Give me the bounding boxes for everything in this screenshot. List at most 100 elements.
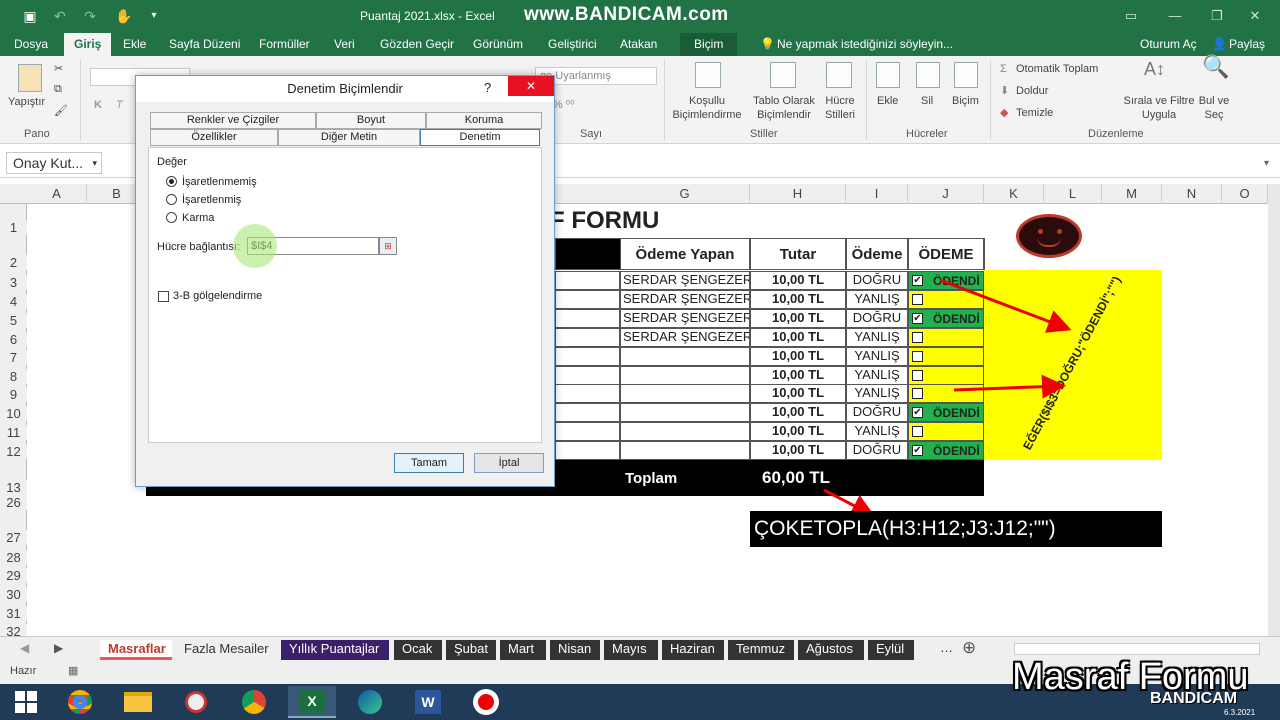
tab-formulas[interactable]: Formüller xyxy=(259,37,310,51)
column-header[interactable]: I xyxy=(846,184,908,204)
undo-icon[interactable]: ↶ xyxy=(50,6,70,26)
maximize-icon[interactable]: ❐ xyxy=(1202,6,1232,26)
radio-mixed[interactable] xyxy=(166,212,177,223)
copy-icon[interactable]: ⧉ xyxy=(54,82,62,96)
fill-icon[interactable]: ⬇ xyxy=(1000,84,1009,98)
row-header[interactable]: 11 xyxy=(0,425,27,440)
tab-colors-lines[interactable]: Renkler ve Çizgiler xyxy=(150,112,316,129)
row-header[interactable]: 27 xyxy=(0,530,27,545)
checkbox-control[interactable]: ✔ xyxy=(912,313,923,324)
row-header[interactable]: 10 xyxy=(0,406,27,421)
sheet-tab[interactable]: Haziran xyxy=(662,640,724,660)
edge-icon[interactable] xyxy=(346,686,394,718)
shading-label[interactable]: 3-B gölgelendirme xyxy=(173,290,262,302)
sheet-tab[interactable]: Masraflar xyxy=(100,640,172,660)
shading-checkbox[interactable] xyxy=(158,291,169,302)
row-header[interactable]: 3 xyxy=(0,275,27,290)
delete-cells-icon[interactable] xyxy=(916,62,940,88)
column-header[interactable]: M xyxy=(1102,184,1162,204)
payer-cell[interactable] xyxy=(620,422,750,441)
row-header[interactable]: 5 xyxy=(0,313,27,328)
insert-cells-icon[interactable] xyxy=(876,62,900,88)
amount-cell[interactable]: 10,00 TL xyxy=(750,347,846,366)
payer-cell[interactable]: SERDAR ŞENGEZER xyxy=(620,290,750,309)
customize-toolbar-icon[interactable]: ▾ xyxy=(144,6,164,26)
row-header[interactable]: 2 xyxy=(0,255,27,270)
column-header[interactable]: G xyxy=(620,184,750,204)
status-cell[interactable]: DOĞRU xyxy=(846,403,908,422)
amount-cell[interactable]: 10,00 TL xyxy=(750,384,846,403)
windows-start-icon[interactable] xyxy=(2,686,50,718)
macro-record-icon[interactable]: ▦ xyxy=(68,664,78,677)
tab-page-layout[interactable]: Sayfa Düzeni xyxy=(169,37,240,51)
column-header[interactable]: J xyxy=(908,184,984,204)
sheet-tab[interactable]: Temmuz xyxy=(728,640,794,660)
amount-cell[interactable]: 10,00 TL xyxy=(750,271,846,290)
insert-cells-button[interactable]: Ekle xyxy=(877,94,898,108)
status-cell[interactable]: YANLIŞ xyxy=(846,347,908,366)
find-select-icon[interactable]: 🔍 xyxy=(1202,56,1229,78)
checkbox-control[interactable] xyxy=(912,351,923,362)
ok-button[interactable]: Tamam xyxy=(394,453,464,473)
status-cell[interactable]: DOĞRU xyxy=(846,441,908,460)
status-cell[interactable]: YANLIŞ xyxy=(846,422,908,441)
row-header[interactable]: 1 xyxy=(0,220,27,235)
status-cell[interactable]: YANLIŞ xyxy=(846,328,908,347)
conditional-format-icon[interactable] xyxy=(695,62,721,88)
chrome-icon[interactable] xyxy=(56,686,104,718)
tell-me-box[interactable]: Ne yapmak istediğinizi söyleyin... xyxy=(777,37,953,51)
sheet-tab[interactable]: Ağustos xyxy=(798,640,864,660)
table-cell[interactable] xyxy=(555,290,620,309)
status-cell[interactable]: YANLIŞ xyxy=(846,384,908,403)
radio-checked[interactable] xyxy=(166,194,177,205)
row-header[interactable]: 6 xyxy=(0,332,27,347)
paid-cell[interactable]: ✔ ÖDENDİ xyxy=(908,441,984,460)
checkbox-control[interactable]: ✔ xyxy=(912,407,923,418)
cell-styles-icon[interactable] xyxy=(826,62,852,88)
sheet-tab[interactable]: Yıllık Puantajlar xyxy=(281,640,389,660)
sheet-tab[interactable]: Ocak xyxy=(394,640,442,660)
row-header[interactable]: 9 xyxy=(0,387,27,402)
tab-view[interactable]: Görünüm xyxy=(473,37,523,51)
conditional-format-button[interactable]: Koşullu Biçimlendirme xyxy=(667,94,747,122)
more-sheets-icon[interactable]: … xyxy=(940,640,953,655)
table-cell[interactable] xyxy=(555,309,620,328)
payer-cell[interactable] xyxy=(620,441,750,460)
find-select-button[interactable]: Bul ve Seç xyxy=(1198,94,1230,122)
snipping-tool-icon[interactable] xyxy=(172,686,220,718)
collapse-dialog-icon[interactable]: ⊞ xyxy=(379,237,397,255)
table-cell[interactable] xyxy=(555,366,620,385)
format-cells-icon[interactable] xyxy=(954,62,978,88)
ribbon-display-icon[interactable]: ▭ xyxy=(1116,6,1146,26)
tab-review[interactable]: Gözden Geçir xyxy=(380,37,454,51)
radio-checked-label[interactable]: İşaretlenmiş xyxy=(182,194,241,206)
row-header[interactable]: 4 xyxy=(0,294,27,309)
prev-sheet-icon[interactable]: ◀ xyxy=(20,641,29,655)
checkbox-control[interactable] xyxy=(912,370,923,381)
file-explorer-icon[interactable] xyxy=(114,686,162,718)
column-header[interactable]: N xyxy=(1162,184,1222,204)
checkbox-control[interactable] xyxy=(912,332,923,343)
row-header[interactable]: 8 xyxy=(0,369,27,384)
format-control-dialog[interactable]: Denetim Biçimlendir ? ✕ Renkler ve Çizgi… xyxy=(135,75,555,487)
amount-cell[interactable]: 10,00 TL xyxy=(750,422,846,441)
sheet-tab[interactable]: Eylül xyxy=(868,640,914,660)
table-cell[interactable] xyxy=(555,347,620,366)
next-sheet-icon[interactable]: ▶ xyxy=(54,641,63,655)
sort-filter-button[interactable]: Sırala ve Filtre Uygula xyxy=(1122,94,1196,122)
chrome-profile-icon[interactable] xyxy=(230,686,278,718)
column-header[interactable]: A xyxy=(27,184,87,204)
cut-icon[interactable]: ✂ xyxy=(54,62,63,76)
tab-developer[interactable]: Geliştirici xyxy=(548,37,597,51)
payer-cell[interactable] xyxy=(620,366,750,385)
payer-cell[interactable] xyxy=(620,347,750,366)
table-cell[interactable] xyxy=(555,271,620,290)
autosum-button[interactable]: Otomatik Toplam xyxy=(1016,62,1098,76)
record-icon[interactable] xyxy=(462,686,510,718)
minimize-icon[interactable]: — xyxy=(1160,6,1190,26)
tab-format[interactable]: Biçim xyxy=(680,33,738,56)
horizontal-scrollbar[interactable] xyxy=(1014,643,1260,655)
payer-cell[interactable] xyxy=(620,384,750,403)
redo-icon[interactable]: ↷ xyxy=(80,6,100,26)
touch-mode-icon[interactable]: ✋ xyxy=(114,6,134,26)
